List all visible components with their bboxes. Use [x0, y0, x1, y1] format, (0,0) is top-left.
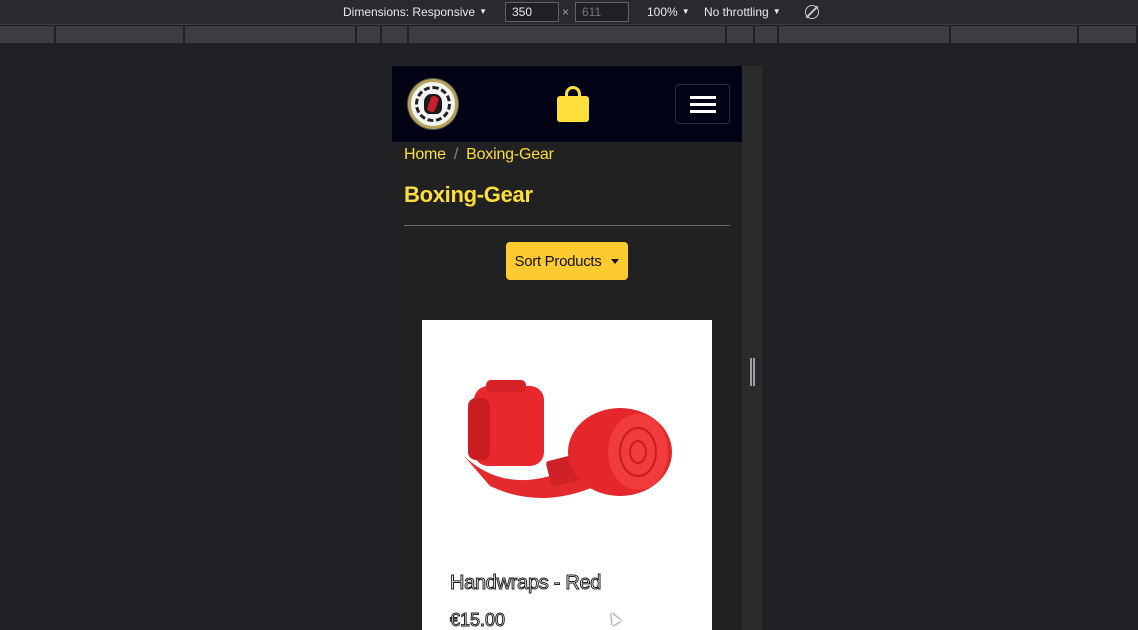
ruler-segment[interactable] — [755, 26, 779, 43]
ruler-segment[interactable] — [779, 26, 951, 43]
media-query-ruler — [0, 26, 1138, 43]
ruler-segment[interactable] — [357, 26, 382, 43]
devtools-device-toolbar: Dimensions: Responsive ▼ × 100% ▼ No thr… — [0, 0, 1138, 25]
wrap-loop — [486, 380, 526, 392]
product-name[interactable]: Handwraps - Red — [449, 572, 601, 595]
dimensions-label: Dimensions: Responsive — [343, 5, 476, 19]
ruler-segment[interactable] — [185, 26, 357, 43]
breadcrumb-separator: / — [453, 146, 459, 163]
ruler-segment[interactable] — [0, 26, 56, 43]
ruler-segment[interactable] — [382, 26, 409, 43]
product-card[interactable]: Handwraps - Red €15.00 — [422, 320, 712, 630]
ruler-segment[interactable] — [727, 26, 755, 43]
ruler-segment[interactable] — [409, 26, 727, 43]
ruler-segment[interactable] — [951, 26, 1079, 43]
zoom-label: 100% — [647, 5, 678, 19]
product-image[interactable] — [460, 378, 674, 518]
ruler-segment[interactable] — [56, 26, 185, 43]
chevron-down-icon: ▼ — [681, 6, 690, 16]
site-logo[interactable] — [408, 79, 458, 129]
chevron-down-icon: ▼ — [772, 6, 781, 16]
hamburger-line — [690, 110, 716, 113]
rotate-icon[interactable] — [805, 5, 819, 19]
hamburger-line — [690, 103, 716, 106]
bag-body — [557, 96, 589, 122]
wrap-roll-left-edge — [468, 398, 490, 460]
menu-toggle-button[interactable] — [675, 84, 730, 124]
viewport-width-input[interactable] — [505, 2, 559, 22]
dimensions-dropdown[interactable]: Dimensions: Responsive ▼ — [343, 5, 487, 19]
chevron-down-icon: ▼ — [479, 6, 487, 16]
breadcrumb-current[interactable]: Boxing-Gear — [466, 146, 554, 163]
site-navbar — [392, 66, 742, 142]
breadcrumb-home-link[interactable]: Home — [404, 146, 446, 163]
throttling-label: No throttling — [704, 5, 769, 19]
hamburger-line — [690, 96, 716, 99]
wrap-roll-right-face — [608, 414, 668, 490]
sort-products-label: Sort Products — [514, 252, 602, 270]
caret-down-icon — [611, 258, 620, 264]
ruler-segment[interactable] — [1079, 26, 1138, 43]
throttling-dropdown[interactable]: No throttling ▼ — [704, 5, 781, 19]
viewport-resize-handle[interactable] — [750, 358, 755, 386]
emulated-viewport: Home / Boxing-Gear Boxing-Gear Sort Produc… — [392, 66, 742, 630]
viewport-height-input[interactable] — [575, 2, 629, 22]
breadcrumb: Home / Boxing-Gear — [404, 146, 554, 164]
zoom-dropdown[interactable]: 100% ▼ — [647, 5, 690, 19]
sort-products-button[interactable]: Sort Products — [506, 242, 628, 280]
page-title: Boxing-Gear — [404, 182, 533, 207]
product-price: €15.00 — [449, 610, 506, 630]
viewport-scrollbar[interactable] — [742, 66, 762, 630]
dimension-separator: × — [562, 5, 570, 19]
shopping-bag-icon[interactable] — [557, 86, 589, 122]
divider — [404, 225, 730, 226]
